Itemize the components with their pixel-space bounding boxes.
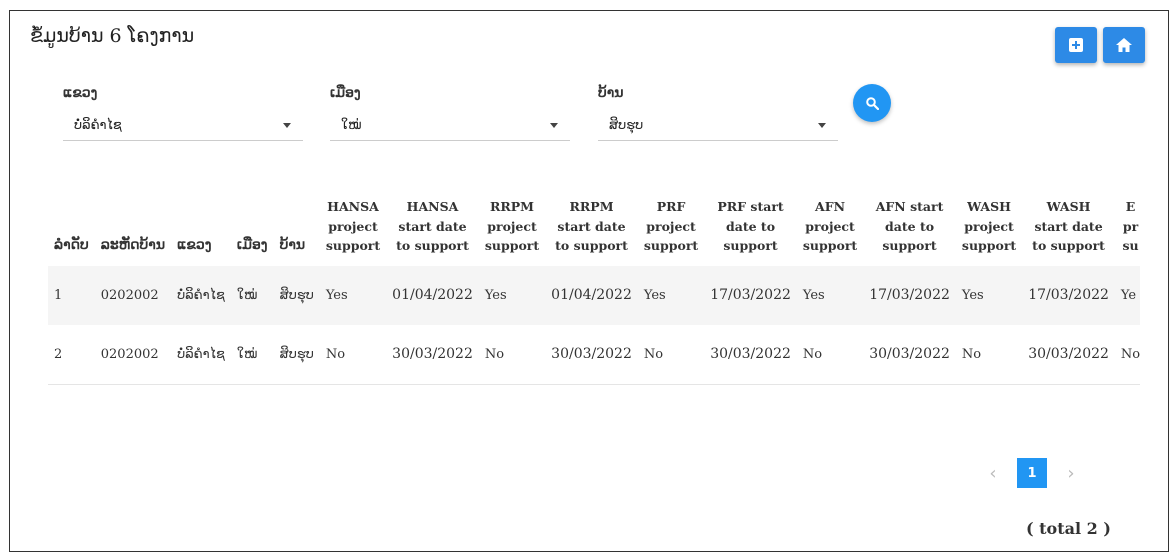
cell-village-code: 0202002 [94,265,172,325]
village-label: ບ້ານ [598,85,624,101]
col-district: ເມືອງ [236,237,268,253]
cell-no: 1 [48,265,95,325]
cell-province: ບໍ່ລິຄຳໄຊ [171,265,231,325]
province-label: ແຂວງ [63,85,98,101]
cell-village-code: 0202002 [94,324,172,385]
col-hansa-support: HANSA project support [325,199,381,253]
data-table-container: ລຳດັບ ລະຫັດບ້ານ ແຂວງ ເມືອງ ບ້ານ HANSA pro… [48,191,1140,385]
caret-down-icon [550,123,558,128]
col-province: ແຂວງ [177,237,212,253]
cell-afn-date: 17/03/2022 [863,265,956,325]
district-filter: ເມືອງ ໃໝ່ [330,85,570,141]
col-afn-support: AFN project support [802,199,858,253]
table-row: 2 0202002 ບໍ່ລິຄຳໄຊ ໃໝ່ ສິບຮຸບ No 30/03/… [48,324,1140,385]
district-select[interactable]: ໃໝ່ [330,111,570,141]
col-rrpm-date: RRPM start date to support [555,199,628,253]
table-row: 1 0202002 ບໍ່ລິຄຳໄຊ ໃໝ່ ສິບຮຸບ Yes 01/04… [48,265,1140,325]
province-filter: ແຂວງ ບໍ່ລິຄຳໄຊ [63,85,303,141]
col-wash-date: WASH start date to support [1032,199,1105,253]
cell-wash-support: No [955,324,1023,385]
col-prf-date: PRF start date to support [717,199,784,253]
col-afn-date: AFN start date to support [875,199,944,253]
cell-district: ໃໝ່ [230,265,274,325]
chevron-right-icon[interactable]: › [1063,463,1079,484]
page-1-button[interactable]: 1 [1017,458,1047,488]
col-wash-support: WASH project support [961,199,1017,253]
district-value: ໃໝ່ [341,118,362,133]
col-prf-support: PRF project support [643,199,699,253]
cell-wash-date: 17/03/2022 [1022,265,1115,325]
cell-rrpm-date: 30/03/2022 [545,324,638,385]
cell-prf-date: 30/03/2022 [704,324,797,385]
cell-no: 2 [48,324,95,385]
village-filter: ບ້ານ ສິບຮຸບ [598,85,838,141]
cell-village: ສິບຮຸບ [273,324,320,385]
province-select[interactable]: ບໍ່ລິຄຳໄຊ [63,111,303,141]
cell-rrpm-support: Yes [478,265,546,325]
page-title: ຂໍ້ມູນບ້ານ 6 ໂຄງການ [30,25,195,47]
cell-prf-support: Yes [637,265,705,325]
cell-hansa-date: 30/03/2022 [386,324,479,385]
chevron-left-icon[interactable]: ‹ [985,463,1001,484]
top-actions [1055,27,1145,63]
cell-village: ສິບຮຸບ [273,265,320,325]
caret-down-icon [818,123,826,128]
col-rrpm-support: RRPM project support [484,199,540,253]
cell-hansa-date: 01/04/2022 [386,265,479,325]
cell-extra: No [1114,324,1140,385]
home-button[interactable] [1103,27,1145,63]
village-select[interactable]: ສິບຮຸບ [598,111,838,141]
app-frame: ຂໍ້ມູນບ້ານ 6 ໂຄງການ ແຂວງ ບໍ່ລິຄຳໄຊ ເມືອງ… [9,10,1169,552]
col-village-code: ລະຫັດບ້ານ [100,237,166,253]
search-button[interactable] [853,84,891,122]
add-button[interactable] [1055,27,1097,63]
cell-wash-date: 30/03/2022 [1022,324,1115,385]
cell-prf-support: No [637,324,705,385]
cell-afn-support: Yes [796,265,864,325]
cell-extra: Ye [1114,265,1140,325]
village-table: ລຳດັບ ລະຫັດບ້ານ ແຂວງ ເມືອງ ບ້ານ HANSA pro… [48,191,1140,385]
cell-afn-support: No [796,324,864,385]
col-village: ບ້ານ [279,237,306,253]
cell-province: ບໍ່ລິຄຳໄຊ [171,324,231,385]
cell-hansa-support: No [319,324,387,385]
pagination: ‹ 1 › [985,458,1079,488]
table-header-row: ລຳດັບ ລະຫັດບ້ານ ແຂວງ ເມືອງ ບ້ານ HANSA pro… [48,191,1140,266]
district-label: ເມືອງ [330,85,361,101]
home-icon [1116,38,1132,52]
village-value: ສິບຮຸບ [609,118,644,133]
total-count: ( total 2 ) [1026,519,1111,538]
plus-square-icon [1069,38,1083,52]
cell-afn-date: 30/03/2022 [863,324,956,385]
cell-district: ໃໝ່ [230,324,274,385]
col-extra: Epr su [1122,199,1139,253]
cell-prf-date: 17/03/2022 [704,265,797,325]
cell-hansa-support: Yes [319,265,387,325]
cell-rrpm-date: 01/04/2022 [545,265,638,325]
caret-down-icon [283,123,291,128]
cell-wash-support: Yes [955,265,1023,325]
cell-rrpm-support: No [478,324,546,385]
province-value: ບໍ່ລິຄຳໄຊ [74,118,122,133]
col-no: ລຳດັບ [54,237,89,253]
col-hansa-date: HANSA start date to support [396,199,469,253]
search-icon [865,96,879,110]
